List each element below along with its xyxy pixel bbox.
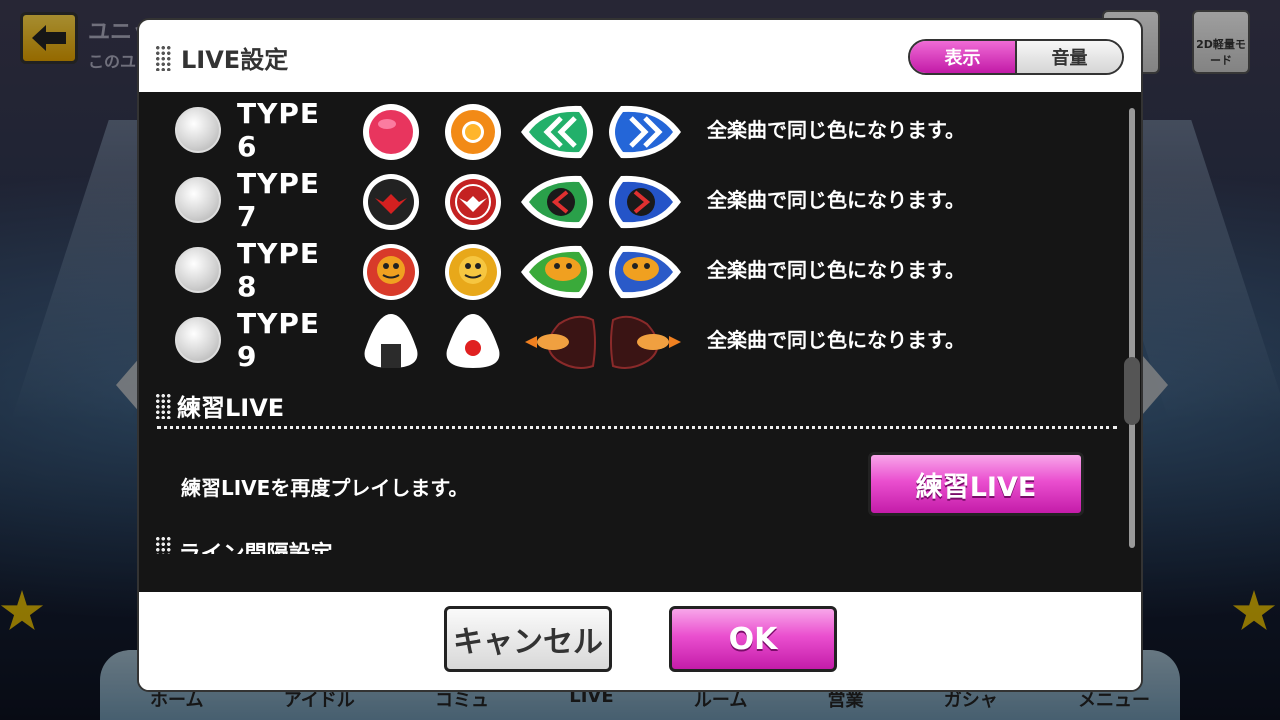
type7-note-icons: [363, 174, 681, 230]
live-settings-dialog: LIVE設定 表示 音量 TYPE 6 全楽曲で同じ色になります。 TYPE 7: [137, 18, 1143, 692]
type-note: 全楽曲で同じ色になります。: [707, 258, 965, 282]
type-label: TYPE 8: [237, 237, 321, 303]
radio-button[interactable]: [175, 107, 221, 153]
dialog-footer: キャンセル OK: [139, 592, 1141, 690]
scrollbar-track[interactable]: [1129, 108, 1135, 548]
onigiri-nori-icon: [364, 314, 418, 368]
type9-note-icons: [364, 314, 681, 369]
type-label: TYPE 6: [237, 97, 321, 163]
practice-section-title-text: 練習LIVE: [177, 394, 285, 422]
type-note: 全楽曲で同じ色になります。: [707, 118, 965, 142]
dots-icon: [155, 44, 171, 71]
cancel-button[interactable]: キャンセル: [444, 606, 612, 672]
onigiri-left-flick-icon: [525, 315, 596, 369]
orange-ring-note-icon: [445, 104, 501, 160]
black-geass-note-icon: [363, 174, 419, 230]
blue-right-flick-icon: [609, 105, 681, 159]
type-label: TYPE 9: [237, 307, 321, 373]
dialog-header: LIVE設定 表示 音量: [139, 20, 1141, 92]
practice-section-title: 練習LIVE: [155, 388, 284, 423]
type-note: 全楽曲で同じ色になります。: [707, 328, 965, 352]
blue-agumon-flick-icon: [609, 245, 681, 299]
line-spacing-section-title: ライン間隔設定: [155, 536, 333, 554]
dots-icon: [155, 392, 171, 419]
practice-description: 練習LIVEを再度プレイします。: [181, 476, 469, 500]
type-label: TYPE 7: [237, 167, 321, 233]
green-geass-flick-icon: [521, 175, 593, 229]
dialog-title-text: LIVE設定: [181, 46, 289, 74]
type-option-row[interactable]: TYPE 7: [175, 167, 341, 233]
type8-note-icons: [363, 244, 681, 300]
green-left-flick-icon: [521, 105, 593, 159]
dots-icon: [155, 536, 171, 554]
type-option-row[interactable]: TYPE 6: [175, 97, 341, 163]
dialog-title: LIVE設定: [155, 40, 288, 75]
onigiri-umeboshi-icon: [446, 314, 500, 368]
green-agumon-flick-icon: [521, 245, 593, 299]
blue-geass-flick-icon: [609, 175, 681, 229]
onigiri-right-flick-icon: [610, 315, 681, 369]
tab-display[interactable]: 表示: [910, 41, 1017, 73]
radio-button[interactable]: [175, 317, 221, 363]
red-agumon-note-icon: [363, 244, 419, 300]
line-spacing-section-title-text: ライン間隔設定: [179, 542, 333, 554]
type-note: 全楽曲で同じ色になります。: [707, 188, 965, 212]
type-option-row[interactable]: TYPE 9: [175, 307, 341, 373]
pink-circle-note-icon: [363, 104, 419, 160]
radio-button[interactable]: [175, 177, 221, 223]
section-divider: [157, 426, 1117, 429]
red-geass-note-icon: [445, 174, 501, 230]
tab-volume[interactable]: 音量: [1017, 41, 1122, 73]
radio-button[interactable]: [175, 247, 221, 293]
display-volume-toggle: 表示 音量: [908, 39, 1124, 75]
yellow-agumon-note-icon: [445, 244, 501, 300]
scrollbar-thumb[interactable]: [1124, 357, 1140, 425]
ok-button[interactable]: OK: [669, 606, 837, 672]
practice-live-button[interactable]: 練習LIVE: [868, 452, 1084, 516]
settings-scroll-panel[interactable]: TYPE 6 全楽曲で同じ色になります。 TYPE 7 全楽曲で同じ色になります…: [139, 92, 1141, 592]
type6-note-icons: [363, 104, 681, 160]
type-option-row[interactable]: TYPE 8: [175, 237, 341, 303]
